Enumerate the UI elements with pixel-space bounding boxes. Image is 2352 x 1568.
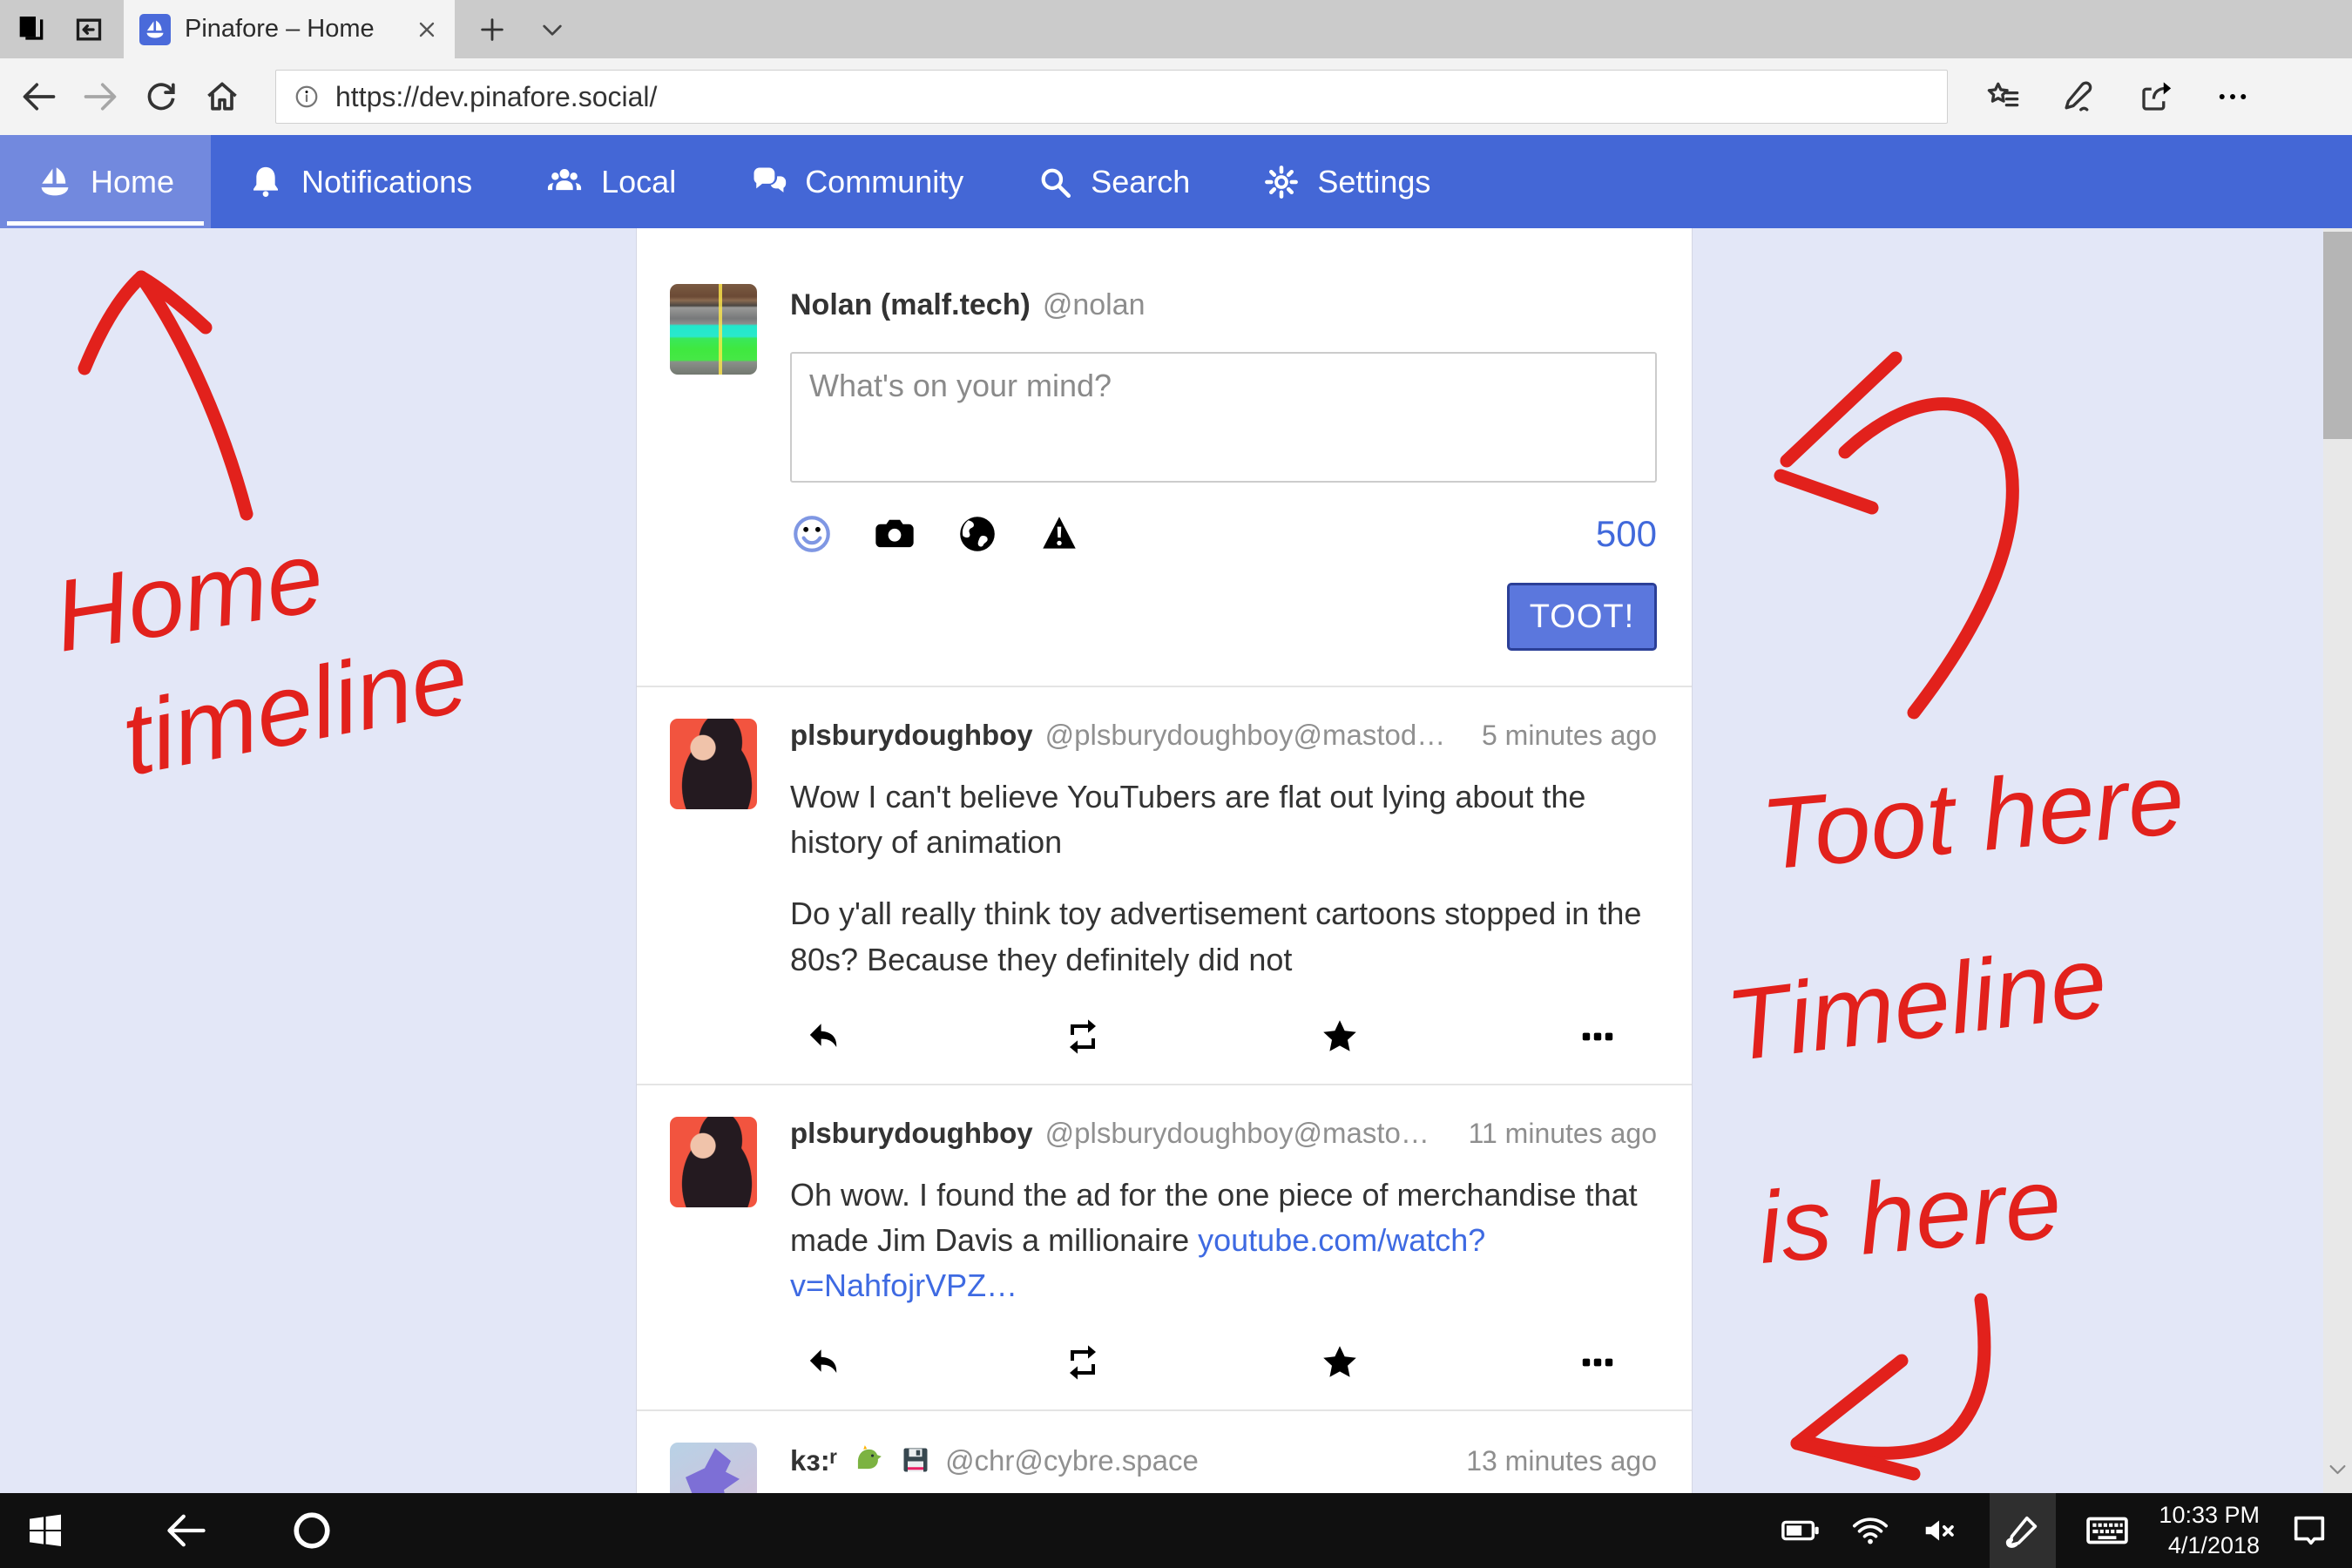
scrollbar-down-icon[interactable] bbox=[2326, 1457, 2349, 1481]
status-text: Do y'all really think toy advertisement … bbox=[790, 891, 1657, 982]
screen: Pinafore – Home Home Notifications bbox=[0, 0, 2352, 1568]
new-tab-button[interactable] bbox=[455, 0, 530, 58]
nav-item-community[interactable]: Community bbox=[713, 135, 1000, 228]
share-icon[interactable] bbox=[2126, 66, 2186, 127]
taskbar-date: 4/1/2018 bbox=[2159, 1531, 2260, 1561]
nav-item-notifications[interactable]: Notifications bbox=[211, 135, 509, 228]
scrollbar[interactable] bbox=[2323, 228, 2352, 1493]
more-menu-icon[interactable] bbox=[2202, 66, 2263, 127]
refresh-button[interactable] bbox=[131, 66, 192, 127]
tab-title: Pinafore – Home bbox=[185, 15, 401, 44]
favorite-icon[interactable] bbox=[1319, 1016, 1361, 1058]
browser-tab[interactable]: Pinafore – Home bbox=[124, 0, 455, 58]
clock[interactable]: 10:33 PM 4/1/2018 bbox=[2159, 1500, 2260, 1561]
nav-label: Search bbox=[1091, 164, 1190, 200]
web-note-icon[interactable] bbox=[2049, 66, 2110, 127]
favorites-icon[interactable] bbox=[1972, 66, 2033, 127]
nav-label: Community bbox=[805, 164, 963, 200]
chat-bubbles-icon bbox=[749, 163, 787, 201]
nav-label: Settings bbox=[1317, 164, 1430, 200]
taskbar: 10:33 PM 4/1/2018 bbox=[0, 1493, 2352, 1568]
set-tabs-aside-icon[interactable] bbox=[14, 12, 49, 47]
nav-item-local[interactable]: Local bbox=[509, 135, 713, 228]
pinafore-favicon-icon bbox=[139, 14, 171, 45]
content-warning-icon[interactable] bbox=[1037, 512, 1081, 556]
action-center-icon[interactable] bbox=[2289, 1511, 2329, 1551]
gear-icon bbox=[1263, 164, 1300, 200]
compose-box: Nolan (malf.tech) @nolan 500 TOOT bbox=[637, 228, 1692, 686]
status-text: Oh wow. I found the ad for the one piece… bbox=[790, 1173, 1657, 1309]
status-item[interactable]: kз:ʳ @chr@cybre.space 13 minutes ago you… bbox=[637, 1411, 1692, 1493]
status-item[interactable]: plsburydoughboy @plsburydoughboy@mastodo… bbox=[637, 1085, 1692, 1410]
status-timestamp[interactable]: 5 minutes ago bbox=[1463, 720, 1657, 752]
timeline-column: Nolan (malf.tech) @nolan 500 TOOT bbox=[636, 228, 1693, 1493]
toot-button[interactable]: TOOT! bbox=[1507, 583, 1657, 651]
address-bar[interactable] bbox=[275, 70, 1948, 124]
people-icon bbox=[545, 163, 584, 201]
home-button[interactable] bbox=[192, 66, 253, 127]
compose-input[interactable] bbox=[790, 352, 1657, 483]
url-input[interactable] bbox=[334, 80, 1930, 114]
emoji-picker-icon[interactable] bbox=[790, 512, 834, 556]
scrollbar-thumb[interactable] bbox=[2323, 232, 2352, 439]
status-handle: @chr@cybre.space bbox=[945, 1444, 1199, 1477]
browser-toolbar bbox=[0, 58, 2352, 135]
touch-keyboard-icon[interactable] bbox=[2085, 1509, 2129, 1552]
floppy-disk-emoji bbox=[898, 1444, 933, 1477]
sailboat-icon bbox=[37, 164, 73, 200]
nav-label: Local bbox=[601, 164, 676, 200]
dragon-emoji bbox=[849, 1443, 886, 1477]
bell-icon bbox=[247, 164, 284, 200]
nav-label: Notifications bbox=[301, 164, 472, 200]
compose-handle: @nolan bbox=[1043, 288, 1146, 322]
status-handle: @plsburydoughboy@mastodon.so… bbox=[1045, 719, 1450, 752]
nav-label: Home bbox=[91, 164, 174, 200]
search-icon bbox=[1037, 164, 1073, 200]
upload-media-icon[interactable] bbox=[872, 511, 917, 557]
tab-list-chevron-icon[interactable] bbox=[530, 0, 575, 58]
status-handle: @plsburydoughboy@mastodon.s… bbox=[1045, 1117, 1437, 1150]
back-button[interactable] bbox=[9, 66, 70, 127]
avatar[interactable] bbox=[670, 1117, 757, 1207]
nav-item-settings[interactable]: Settings bbox=[1227, 135, 1467, 228]
status-display-name[interactable]: kз:ʳ bbox=[790, 1444, 837, 1477]
status-item[interactable]: plsburydoughboy @plsburydoughboy@mastodo… bbox=[637, 687, 1692, 1084]
avatar[interactable] bbox=[670, 284, 757, 375]
taskbar-time: 10:33 PM bbox=[2159, 1500, 2260, 1531]
status-timestamp[interactable]: 11 minutes ago bbox=[1450, 1118, 1657, 1150]
avatar[interactable] bbox=[670, 1443, 757, 1493]
pinafore-nav: Home Notifications Local Community Searc… bbox=[0, 135, 2352, 228]
start-button[interactable] bbox=[24, 1510, 66, 1551]
browser-tab-strip: Pinafore – Home bbox=[0, 0, 2352, 58]
reply-icon[interactable] bbox=[804, 1016, 846, 1058]
page-content: Nolan (malf.tech) @nolan 500 TOOT bbox=[0, 228, 2352, 1493]
dragon-avatar-art bbox=[670, 1443, 757, 1493]
status-timestamp[interactable]: 13 minutes ago bbox=[1447, 1445, 1657, 1477]
volume-muted-icon[interactable] bbox=[1920, 1511, 1960, 1551]
boost-icon[interactable] bbox=[1062, 1016, 1104, 1058]
taskbar-back-button[interactable] bbox=[164, 1508, 209, 1553]
status-display-name[interactable]: plsburydoughboy bbox=[790, 1117, 1033, 1150]
more-options-icon[interactable] bbox=[1577, 1342, 1619, 1383]
favorite-icon[interactable] bbox=[1319, 1342, 1361, 1383]
compose-display-name: Nolan (malf.tech) bbox=[790, 288, 1031, 322]
avatar[interactable] bbox=[670, 719, 757, 809]
battery-icon[interactable] bbox=[1781, 1511, 1821, 1551]
site-info-icon[interactable] bbox=[294, 84, 320, 110]
nav-item-search[interactable]: Search bbox=[1000, 135, 1227, 228]
more-options-icon[interactable] bbox=[1577, 1016, 1619, 1058]
cortana-button[interactable] bbox=[289, 1508, 335, 1553]
status-display-name[interactable]: plsburydoughboy bbox=[790, 719, 1033, 752]
reply-icon[interactable] bbox=[804, 1342, 846, 1383]
tabs-preview-icon[interactable] bbox=[71, 12, 106, 47]
nav-item-home[interactable]: Home bbox=[0, 135, 211, 228]
wifi-icon[interactable] bbox=[1850, 1511, 1890, 1551]
tab-close-icon[interactable] bbox=[415, 17, 439, 42]
privacy-globe-icon[interactable] bbox=[956, 512, 999, 556]
boost-icon[interactable] bbox=[1062, 1342, 1104, 1383]
forward-button[interactable] bbox=[70, 66, 131, 127]
char-count: 500 bbox=[1596, 513, 1657, 555]
windows-ink-icon[interactable] bbox=[1990, 1493, 2056, 1568]
status-text: Wow I can't believe YouTubers are flat o… bbox=[790, 774, 1657, 865]
